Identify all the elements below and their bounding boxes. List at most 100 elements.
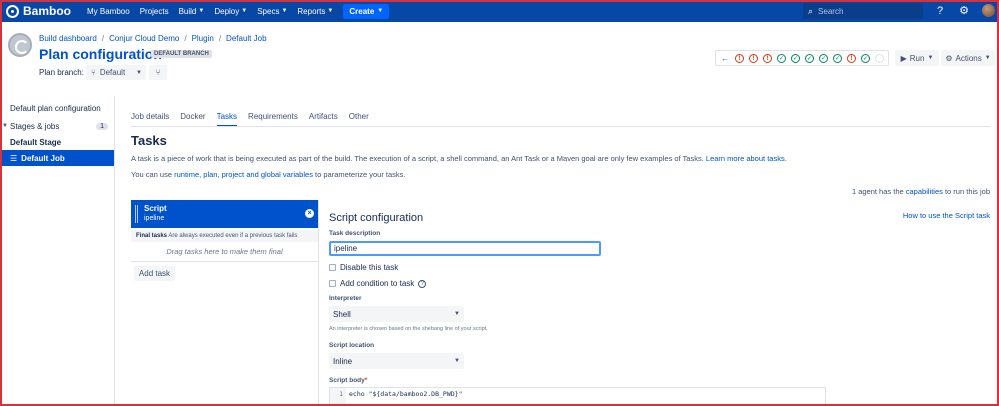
arrow-left-icon[interactable]: ← — [721, 54, 729, 63]
build-success-icon[interactable]: ✓ — [861, 53, 870, 63]
build-pending-icon[interactable] — [875, 53, 884, 63]
agents-info: 1 agent has the capabilities to run this… — [851, 187, 990, 196]
variables-link[interactable]: runtime, plan, project and global variab… — [174, 170, 313, 179]
search-input[interactable]: ⌕ Search — [803, 3, 923, 19]
add-condition-checkbox[interactable] — [329, 280, 336, 287]
disable-task-row[interactable]: Disable this task — [329, 263, 398, 272]
help-icon[interactable]: ? — [933, 4, 947, 18]
branch-icon: ⑂ — [155, 68, 161, 77]
default-branch-badge: DEFAULT BRANCH — [151, 50, 212, 58]
sidebar-item-default-stage[interactable]: Default Stage — [0, 134, 114, 150]
tab-docker[interactable]: Docker — [180, 112, 205, 127]
tab-tasks[interactable]: Tasks — [216, 112, 238, 127]
gear-icon: ⚙ — [945, 53, 953, 63]
build-failed-icon[interactable]: ! — [735, 53, 744, 63]
script-body-label: Script body* — [329, 377, 368, 384]
chevron-down-icon: ▼ — [198, 8, 205, 14]
sidebar-item-default-plan-configuration[interactable]: Default plan configuration — [0, 100, 114, 116]
tab-requirements[interactable]: Requirements — [248, 112, 298, 127]
branch-icon: ⑂ — [91, 68, 96, 77]
task-description: ipeline — [144, 215, 165, 222]
add-condition-row[interactable]: Add condition to task ? — [329, 279, 427, 288]
search-icon: ⌕ — [808, 5, 814, 16]
chevron-down-icon: ▼ — [241, 8, 248, 14]
job-tabs: Job details Docker Tasks Requirements Ar… — [131, 112, 380, 127]
chevron-down-icon: ▼ — [136, 69, 142, 76]
drag-handle-icon[interactable] — [135, 205, 139, 223]
add-task-button[interactable]: Add task — [134, 266, 175, 281]
task-item-script[interactable]: Script ipeline × — [131, 200, 318, 228]
interpreter-select[interactable]: Shell ▼ — [329, 306, 464, 322]
help-icon[interactable]: ? — [418, 279, 427, 288]
build-failed-icon[interactable]: ! — [847, 53, 856, 63]
disable-task-checkbox[interactable] — [329, 264, 336, 271]
count-badge: 1 — [96, 122, 108, 130]
run-button[interactable]: ▶ Run ▼ — [895, 50, 939, 66]
build-success-icon[interactable]: ✓ — [833, 53, 842, 63]
howto-link[interactable]: How to use the Script task — [903, 211, 990, 220]
chevron-down-icon: ▼ — [2, 123, 8, 129]
final-tasks-drop-zone[interactable]: Drag tasks here to make them final — [131, 242, 318, 262]
script-location-select[interactable]: Inline ▼ — [329, 353, 464, 369]
nav-projects[interactable]: Projects — [140, 7, 169, 16]
page-title: Plan configuration — [39, 46, 162, 62]
actions-button[interactable]: ⚙ Actions ▼ — [941, 50, 995, 66]
bamboo-logo-icon — [6, 4, 19, 18]
brand-name: Bamboo — [23, 4, 71, 18]
build-failed-icon[interactable]: ! — [763, 53, 772, 63]
breadcrumb-build-dashboard[interactable]: Build dashboard — [39, 34, 97, 43]
nav-my-bamboo[interactable]: My Bamboo — [87, 7, 130, 16]
interpreter-label: Interpreter — [329, 295, 362, 302]
close-icon[interactable]: × — [305, 209, 314, 218]
tasks-description: A task is a piece of work that is being … — [131, 154, 787, 163]
plan-branch-label: Plan branch: — [39, 68, 84, 77]
build-success-icon[interactable]: ✓ — [777, 53, 786, 63]
tab-job-details[interactable]: Job details — [131, 112, 169, 127]
sidebar-item-stages-jobs[interactable]: ▼ Stages & jobs 1 — [0, 118, 114, 134]
recent-builds-strip: ← !!! ✓ ✓ ✓ ✓ ✓! ✓ — [715, 50, 889, 66]
nav-deploy[interactable]: Deploy ▼ — [214, 7, 247, 16]
nav-build[interactable]: Build ▼ — [179, 7, 205, 16]
chevron-down-icon: ▼ — [454, 311, 460, 317]
chevron-down-icon: ▼ — [984, 55, 991, 61]
avatar[interactable] — [982, 4, 995, 17]
nav-reports[interactable]: Reports ▼ — [297, 7, 333, 16]
tabs-divider — [131, 126, 991, 127]
script-body-editor[interactable]: 1 echo "${data/bamboo2.DB_PWD}" — [329, 387, 826, 406]
script-location-label: Script location — [329, 342, 375, 349]
breadcrumb: Build dashboard / Conjur Cloud Demo / Plug… — [39, 34, 267, 43]
chevron-down-icon: ▼ — [927, 55, 934, 61]
chevron-down-icon: ▼ — [281, 8, 288, 14]
breadcrumb-plan[interactable]: Plugin — [192, 34, 214, 43]
chevron-down-icon: ▼ — [454, 358, 460, 364]
plan-icon — [8, 33, 32, 57]
plan-branch-select[interactable]: ⑂ Default ▼ — [86, 65, 146, 80]
search-placeholder: Search — [818, 6, 844, 16]
create-branch-button[interactable]: ⑂ — [149, 65, 167, 80]
tab-other[interactable]: Other — [349, 112, 369, 127]
chevron-down-icon: ▼ — [377, 8, 384, 14]
sidebar: Default plan configuration ▼ Stages & jo… — [0, 96, 115, 406]
learn-more-link[interactable]: Learn more about tasks. — [706, 154, 787, 163]
task-description-field[interactable]: ipeline — [329, 241, 601, 256]
sidebar-item-default-job[interactable]: ☰ Default Job — [0, 150, 114, 166]
chevron-down-icon: ▼ — [327, 8, 334, 14]
build-success-icon[interactable]: ✓ — [805, 53, 814, 63]
capabilities-link[interactable]: capabilities — [906, 187, 943, 196]
build-success-icon[interactable]: ✓ — [791, 53, 800, 63]
script-code[interactable]: echo "${data/bamboo2.DB_PWD}" — [349, 390, 463, 398]
tab-artifacts[interactable]: Artifacts — [309, 112, 338, 127]
gear-icon[interactable]: ⚙ — [957, 4, 971, 18]
final-tasks-header: Final tasks Are always executed even if … — [131, 230, 318, 242]
config-title: Script configuration — [329, 212, 424, 224]
required-marker: * — [364, 377, 368, 384]
bamboo-logo[interactable]: Bamboo — [6, 4, 71, 18]
create-button[interactable]: Create ▼ — [343, 3, 390, 19]
line-number: 1 — [330, 388, 346, 405]
nav-specs[interactable]: Specs ▼ — [257, 7, 287, 16]
breadcrumb-project[interactable]: Conjur Cloud Demo — [109, 34, 179, 43]
build-failed-icon[interactable]: ! — [749, 53, 758, 63]
task-description-label: Task description — [329, 230, 381, 237]
breadcrumb-job[interactable]: Default Job — [226, 34, 266, 43]
build-success-icon[interactable]: ✓ — [819, 53, 828, 63]
